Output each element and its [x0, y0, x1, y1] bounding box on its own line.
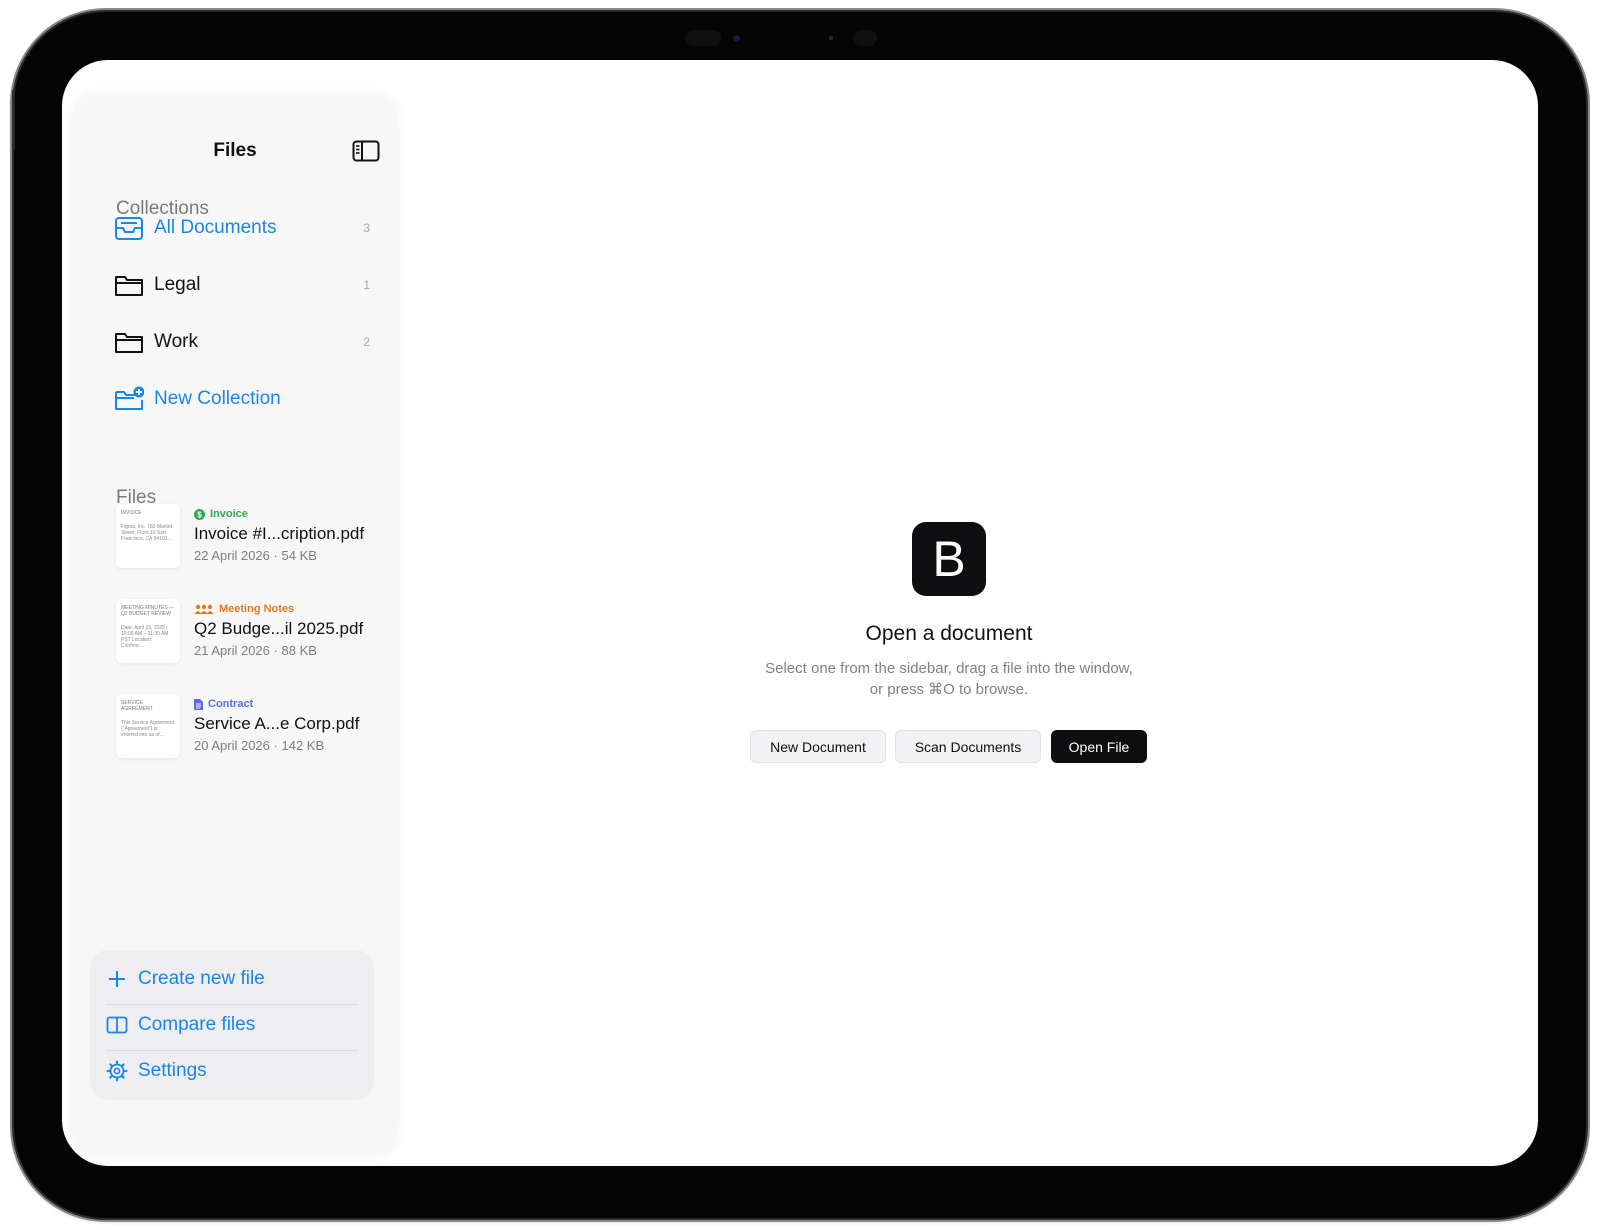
svg-text:$: $: [197, 510, 202, 519]
collection-label: Legal: [154, 274, 201, 295]
sidebar: Files Collections All Documents 3 Legal: [72, 94, 398, 1156]
compare-files-button[interactable]: Compare files: [106, 1002, 358, 1048]
scan-documents-button[interactable]: Scan Documents: [895, 730, 1041, 763]
file-meta: 21 April 2026 · 88 KB: [194, 643, 317, 658]
new-document-button[interactable]: New Document: [750, 730, 886, 763]
file-meta: 20 April 2026 · 142 KB: [194, 738, 325, 753]
settings-button[interactable]: Settings: [106, 1048, 358, 1094]
file-tag: Meeting Notes: [194, 603, 294, 615]
file-item-contract[interactable]: SERVICE AGREEMENT This Service Agreement…: [106, 694, 376, 766]
document-icon: [194, 698, 203, 710]
folder-icon: [115, 276, 143, 296]
collection-all-documents[interactable]: All Documents 3: [106, 208, 376, 248]
file-meta: 22 April 2026 · 54 KB: [194, 548, 317, 563]
screen: Files Collections All Documents 3 Legal: [62, 60, 1538, 1166]
file-thumbnail: INVOICE Figma, Inc. 760 Market Street, F…: [116, 504, 180, 568]
app-logo: B: [912, 522, 986, 596]
open-file-button[interactable]: Open File: [1051, 730, 1147, 763]
device-side-button: [12, 90, 15, 150]
tray-icon: [115, 217, 143, 240]
folder-icon: [115, 333, 143, 353]
file-name: Service A...e Corp.pdf: [194, 714, 360, 733]
sidebar-actions: Create new file Compare files Settings: [90, 950, 374, 1100]
camera-housing: [685, 30, 915, 46]
sidebar-title: Files: [213, 140, 257, 161]
file-name: Q2 Budge...il 2025.pdf: [194, 619, 364, 638]
action-label: Create new file: [138, 968, 265, 989]
collection-label: Work: [154, 331, 198, 352]
file-item-meeting-notes[interactable]: MEETING MINUTES — Q2 BUDGET REVIEW Date:…: [106, 599, 376, 671]
empty-state-title: Open a document: [865, 622, 1033, 645]
collection-work[interactable]: Work 2: [106, 322, 376, 362]
collection-count: 3: [363, 221, 370, 235]
folder-plus-icon: [115, 386, 144, 410]
create-new-file-button[interactable]: Create new file: [106, 956, 358, 1002]
sidebar-toggle-icon[interactable]: [352, 140, 380, 162]
plus-icon: [109, 971, 125, 987]
gear-icon: [106, 1060, 128, 1082]
collection-count: 2: [363, 335, 370, 349]
file-thumbnail: MEETING MINUTES — Q2 BUDGET REVIEW Date:…: [116, 599, 180, 663]
file-tag: $ Invoice: [194, 508, 248, 520]
collection-legal[interactable]: Legal 1: [106, 265, 376, 305]
collection-label: All Documents: [154, 217, 277, 238]
collection-count: 1: [363, 278, 370, 292]
file-tag: Contract: [194, 698, 253, 710]
file-item-invoice[interactable]: INVOICE Figma, Inc. 760 Market Street, F…: [106, 504, 376, 576]
people-icon: [194, 604, 214, 614]
new-collection-button[interactable]: New Collection: [106, 379, 376, 419]
empty-state-subtitle: Select one from the sidebar, drag a file…: [765, 660, 1133, 698]
dollar-circle-icon: $: [194, 508, 205, 520]
split-view-icon: [106, 1016, 128, 1034]
file-name: Invoice #I...cription.pdf: [194, 524, 365, 543]
action-label: Compare files: [138, 1014, 256, 1035]
new-collection-label: New Collection: [154, 388, 281, 409]
file-thumbnail: SERVICE AGREEMENT This Service Agreement…: [116, 694, 180, 758]
action-label: Settings: [138, 1060, 207, 1081]
